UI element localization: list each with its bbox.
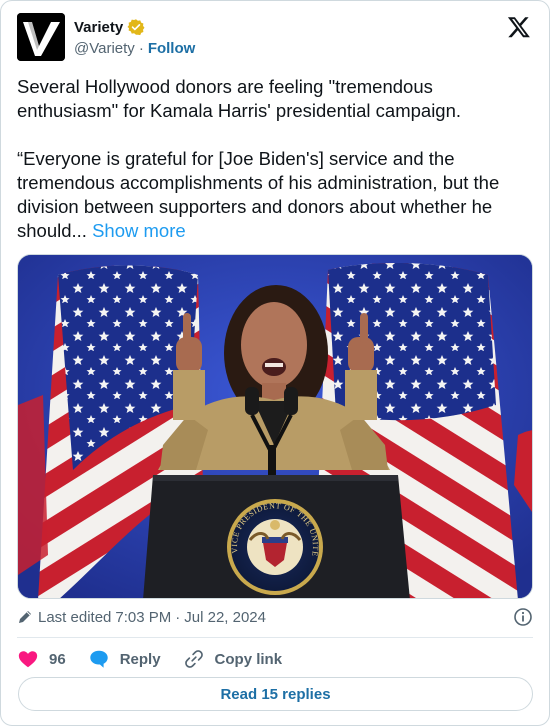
tweet-time[interactable]: 7:03 PM [115, 609, 171, 626]
tweet-card: Variety @Variety · Follow Several Hollyw… [0, 0, 550, 726]
tweet-paragraph-1: Several Hollywood donors are feeling "tr… [17, 76, 462, 121]
divider [17, 637, 533, 638]
tweet-photo[interactable]: VICE PRESIDENT OF THE UNITED STATES [17, 254, 533, 599]
timestamp-row: Last edited 7:03 PM · Jul 22, 2024 [17, 605, 535, 629]
like-button[interactable]: 96 [17, 648, 66, 670]
show-more-link[interactable]: Show more [92, 220, 186, 241]
variety-logo-icon [17, 13, 65, 61]
tweet-date[interactable]: Jul 22, 2024 [184, 609, 266, 626]
tweet-paragraph-2: “Everyone is grateful for [Joe Biden's] … [17, 147, 537, 243]
copy-link-label: Copy link [214, 650, 283, 668]
tweet-paragraph-2-text: “Everyone is grateful for [Joe Biden's] … [17, 148, 500, 241]
link-icon [183, 648, 205, 670]
copy-link-button[interactable]: Copy link [183, 648, 283, 670]
heart-icon [17, 648, 39, 670]
x-logo-icon[interactable] [507, 15, 531, 39]
like-count: 96 [49, 650, 66, 668]
reply-button[interactable]: Reply [88, 648, 161, 670]
separator: · [138, 39, 144, 57]
tweet-header: Variety @Variety · Follow [17, 13, 533, 63]
avatar[interactable] [17, 13, 65, 61]
display-name[interactable]: Variety [74, 19, 123, 36]
reply-label: Reply [119, 650, 161, 668]
handle[interactable]: @Variety [74, 40, 135, 57]
reply-bubble-icon [88, 648, 110, 670]
follow-button[interactable]: Follow [148, 40, 196, 57]
photo-image: VICE PRESIDENT OF THE UNITED STATES [18, 255, 532, 598]
action-bar: 96 Reply Copy link [17, 645, 304, 673]
read-replies-button[interactable]: Read 15 replies [18, 677, 533, 711]
meta-separator: · [175, 608, 181, 626]
edited-label: Last edited [38, 608, 112, 626]
tweet-text: Several Hollywood donors are feeling "tr… [17, 75, 537, 243]
author-info: Variety @Variety · Follow [74, 17, 195, 59]
pencil-icon [19, 611, 31, 623]
verified-badge-icon [127, 19, 145, 36]
info-icon[interactable] [513, 607, 533, 627]
